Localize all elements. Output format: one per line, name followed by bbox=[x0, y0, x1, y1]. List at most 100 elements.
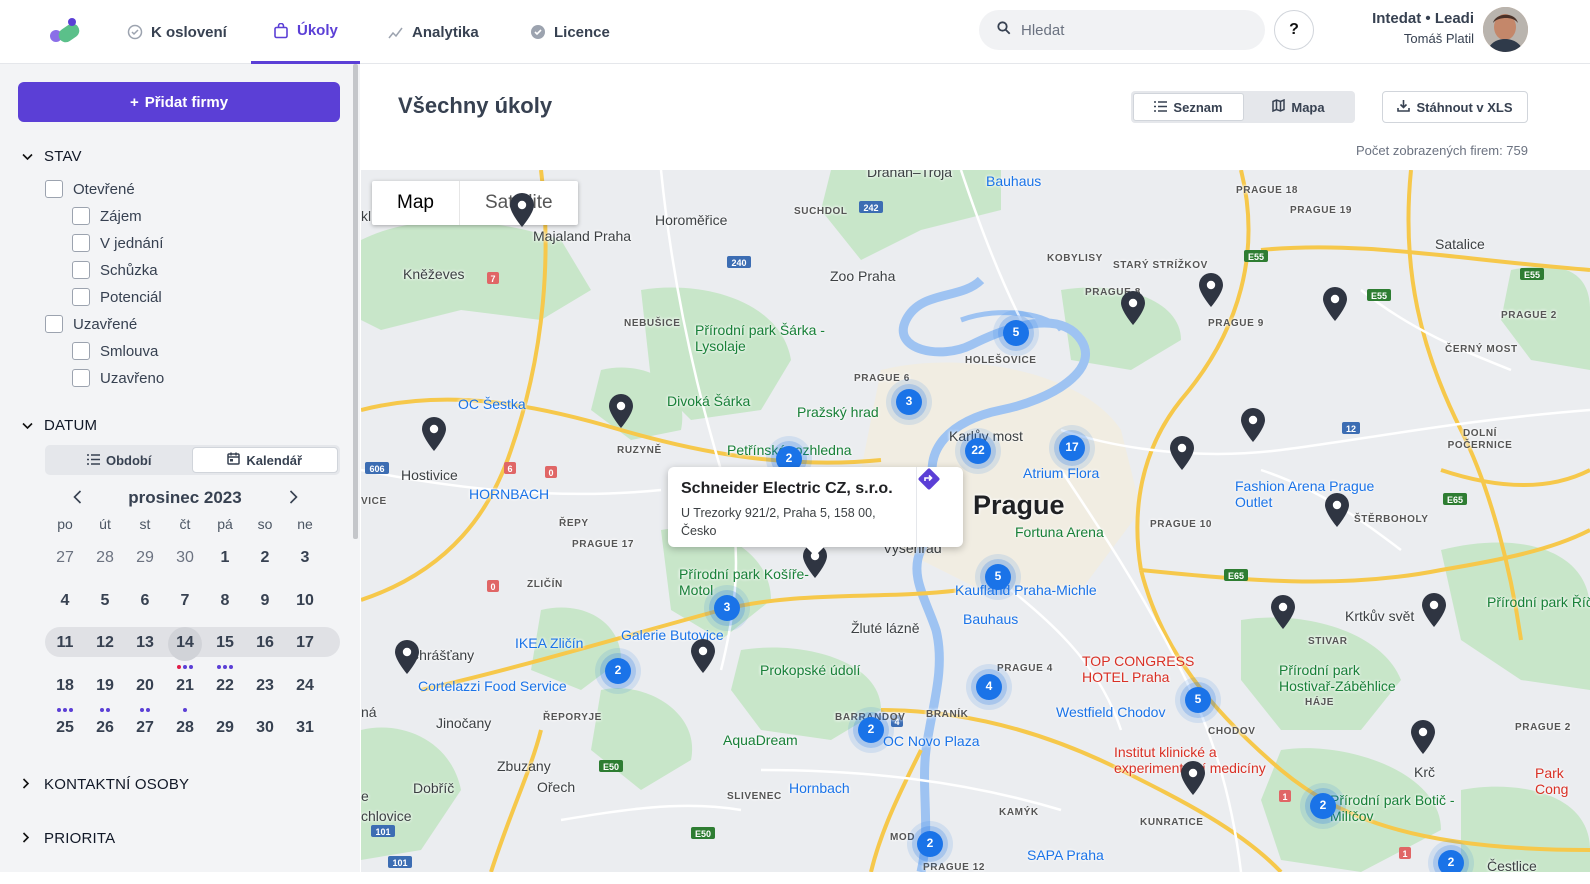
location-pin[interactable] bbox=[1324, 492, 1350, 528]
calendar-day[interactable]: 29 bbox=[125, 545, 165, 575]
location-pin[interactable] bbox=[1322, 286, 1348, 322]
checkbox-uzavreno[interactable]: Uzavřeno bbox=[72, 369, 164, 387]
calendar-day[interactable]: 27 bbox=[125, 715, 165, 745]
view-mapa[interactable]: Mapa bbox=[1244, 93, 1353, 121]
marker-cluster[interactable]: 5 bbox=[992, 309, 1040, 357]
checkbox-potencial[interactable]: Potenciál bbox=[72, 288, 162, 306]
map-type-map[interactable]: Map bbox=[372, 181, 459, 225]
location-pin[interactable] bbox=[690, 638, 716, 674]
calendar-day[interactable]: 19 bbox=[85, 673, 125, 712]
location-pin[interactable] bbox=[1198, 272, 1224, 308]
calendar-day[interactable]: 4 bbox=[45, 588, 85, 618]
checkbox-zajem[interactable]: Zájem bbox=[72, 207, 142, 225]
section-priorita[interactable]: PRIORITA bbox=[22, 830, 115, 847]
search-box[interactable] bbox=[979, 10, 1265, 50]
avatar[interactable] bbox=[1483, 7, 1528, 52]
chevron-right-icon[interactable] bbox=[281, 488, 305, 509]
nav-analytika[interactable]: Analytika bbox=[388, 0, 479, 64]
calendar-day[interactable]: 26 bbox=[85, 715, 125, 745]
chevron-left-icon[interactable] bbox=[65, 488, 89, 509]
section-stav[interactable]: STAV bbox=[22, 148, 82, 165]
help-button[interactable]: ? bbox=[1274, 10, 1314, 50]
calendar-day[interactable]: 20 bbox=[125, 673, 165, 712]
sidebar-scrollbar[interactable] bbox=[353, 64, 358, 539]
checkbox-uzavrene[interactable]: Uzavřené bbox=[45, 315, 137, 333]
checkbox-box[interactable] bbox=[45, 180, 63, 198]
calendar-day[interactable]: 25 bbox=[45, 715, 85, 745]
checkbox-box[interactable] bbox=[45, 315, 63, 333]
checkbox-box[interactable] bbox=[72, 342, 90, 360]
calendar-day[interactable]: 6 bbox=[125, 588, 165, 618]
checkbox-box[interactable] bbox=[72, 369, 90, 387]
checkbox-box[interactable] bbox=[72, 288, 90, 306]
calendar-day[interactable]: 2 bbox=[245, 545, 285, 575]
add-companies-button[interactable]: + Přidat firmy bbox=[18, 82, 340, 122]
marker-cluster[interactable]: 3 bbox=[703, 584, 751, 632]
marker-cluster[interactable]: 2 bbox=[1299, 782, 1347, 830]
nav-ukoly[interactable]: Úkoly bbox=[251, 0, 360, 64]
location-pin[interactable] bbox=[1410, 719, 1436, 755]
tab-kalendar[interactable]: Kalendář bbox=[191, 447, 338, 473]
checkbox-v-jednani[interactable]: V jednání bbox=[72, 234, 163, 252]
section-kontaktni-osoby[interactable]: KONTAKTNÍ OSOBY bbox=[22, 776, 189, 793]
calendar-day[interactable]: 14 bbox=[165, 630, 205, 669]
calendar-day[interactable]: 30 bbox=[245, 715, 285, 745]
calendar-day[interactable]: 8 bbox=[205, 588, 245, 618]
export-xls-button[interactable]: Stáhnout v XLS bbox=[1382, 91, 1528, 123]
user-info[interactable]: Intedat • Leadi Tomáš Platil bbox=[1372, 10, 1474, 46]
marker-cluster[interactable]: 2 bbox=[906, 820, 954, 868]
tab-obdobi[interactable]: Období bbox=[47, 447, 192, 473]
directions-button[interactable] bbox=[916, 467, 963, 547]
checkbox-box[interactable] bbox=[72, 234, 90, 252]
checkbox-box[interactable] bbox=[72, 261, 90, 279]
nav-licence[interactable]: Licence bbox=[530, 0, 610, 64]
nav-k-osloveni[interactable]: K oslovení bbox=[127, 0, 227, 64]
marker-cluster[interactable]: 2 bbox=[594, 647, 642, 695]
marker-cluster[interactable]: 4 bbox=[965, 663, 1013, 711]
calendar-day[interactable]: 22 bbox=[205, 673, 245, 703]
location-pin[interactable] bbox=[1169, 435, 1195, 471]
location-pin[interactable] bbox=[1421, 592, 1447, 628]
calendar-day[interactable]: 18 bbox=[45, 673, 85, 712]
calendar-day[interactable]: 5 bbox=[85, 588, 125, 618]
location-pin[interactable] bbox=[1180, 760, 1206, 796]
marker-cluster[interactable]: 2 bbox=[847, 706, 895, 754]
search-input[interactable] bbox=[1021, 21, 1241, 39]
calendar-day[interactable]: 13 bbox=[125, 630, 165, 660]
calendar-day[interactable]: 21 bbox=[165, 673, 205, 712]
calendar-day[interactable]: 7 bbox=[165, 588, 205, 618]
marker-cluster[interactable]: 2 bbox=[1427, 839, 1475, 872]
section-datum[interactable]: DATUM bbox=[22, 417, 97, 434]
app-logo[interactable] bbox=[46, 16, 82, 48]
calendar-day[interactable]: 11 bbox=[45, 630, 85, 660]
calendar-day[interactable]: 27 bbox=[45, 545, 85, 575]
view-seznam[interactable]: Seznam bbox=[1133, 93, 1244, 121]
location-pin[interactable] bbox=[608, 393, 634, 429]
calendar-day[interactable]: 28 bbox=[85, 545, 125, 575]
calendar-day[interactable]: 29 bbox=[205, 715, 245, 745]
checkbox-otevrene[interactable]: Otevřené bbox=[45, 180, 135, 198]
calendar-day[interactable]: 24 bbox=[285, 673, 325, 703]
calendar-day[interactable]: 16 bbox=[245, 630, 285, 660]
location-pin[interactable] bbox=[421, 416, 447, 452]
calendar-day[interactable]: 3 bbox=[285, 545, 325, 575]
checkbox-smlouva[interactable]: Smlouva bbox=[72, 342, 158, 360]
location-pin[interactable] bbox=[1240, 407, 1266, 443]
calendar-day[interactable]: 28 bbox=[165, 715, 205, 745]
calendar-day[interactable]: 17 bbox=[285, 630, 325, 660]
checkbox-box[interactable] bbox=[72, 207, 90, 225]
location-pin[interactable] bbox=[1120, 290, 1146, 326]
map-view[interactable]: 7 6 0 0 606 240 242 E55 E55 E55 12 E65 E… bbox=[361, 170, 1590, 872]
calendar-day[interactable]: 10 bbox=[285, 588, 325, 618]
marker-cluster[interactable]: 3 bbox=[885, 378, 933, 426]
calendar-day[interactable]: 15 bbox=[205, 630, 245, 669]
location-pin[interactable] bbox=[394, 639, 420, 675]
checkbox-schuzka[interactable]: Schůzka bbox=[72, 261, 158, 279]
location-pin[interactable] bbox=[1270, 594, 1296, 630]
company-popup[interactable]: Schneider Electric CZ, s.r.o. U Trezorky… bbox=[668, 467, 963, 556]
marker-cluster[interactable]: 17 bbox=[1048, 424, 1096, 472]
calendar-day[interactable]: 31 bbox=[285, 715, 325, 745]
marker-cluster[interactable]: 5 bbox=[1174, 676, 1222, 724]
calendar-day[interactable]: 12 bbox=[85, 630, 125, 660]
calendar-day[interactable]: 1 bbox=[205, 545, 245, 575]
